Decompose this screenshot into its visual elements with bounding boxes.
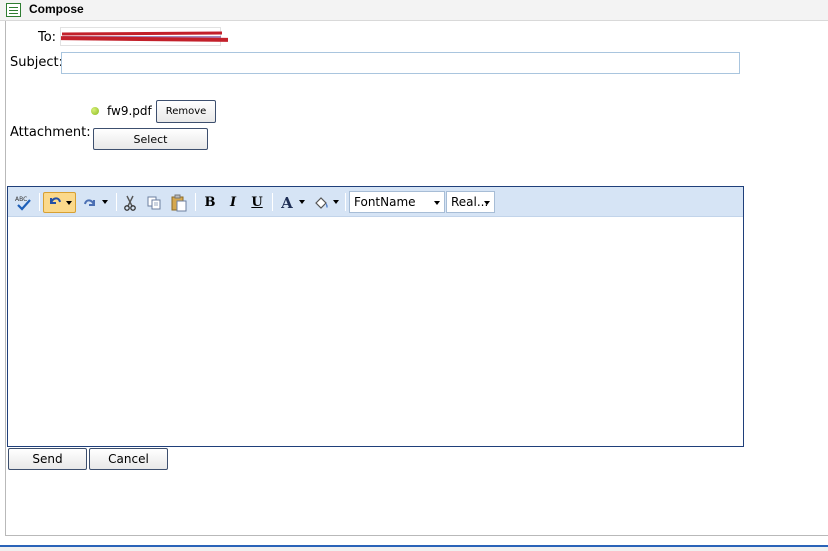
window-titlebar: Compose — [0, 0, 828, 21]
font-color-icon[interactable]: A — [278, 192, 296, 213]
toolbar-separator — [272, 193, 273, 211]
chevron-down-icon[interactable] — [102, 200, 108, 204]
italic-icon[interactable]: I — [224, 192, 242, 213]
page-bottom-edge — [0, 545, 828, 551]
to-field[interactable] — [60, 27, 229, 46]
chevron-down-icon — [434, 201, 440, 205]
copy-icon[interactable] — [145, 192, 163, 213]
font-name-value: FontName — [354, 195, 416, 209]
font-size-value: Real... — [451, 195, 489, 209]
redaction-mark — [60, 36, 229, 42]
toolbar-separator — [345, 193, 346, 211]
attachment-label: Attachment: — [10, 125, 91, 140]
undo-icon — [47, 193, 63, 213]
svg-text:ABC: ABC — [15, 196, 27, 203]
compose-window-icon — [6, 3, 21, 17]
chevron-down-icon[interactable] — [299, 200, 305, 204]
toolbar-separator — [116, 193, 117, 211]
redaction-mark — [61, 31, 223, 36]
window-title: Compose — [29, 2, 84, 16]
select-attachment-button[interactable]: Select — [93, 128, 208, 150]
frame-border-left — [5, 21, 6, 536]
editor-toolbar: ABC B I U A FontName Real... — [8, 187, 743, 217]
frame-border-bottom — [5, 535, 828, 536]
underline-icon[interactable]: U — [248, 192, 266, 213]
cancel-button[interactable]: Cancel — [89, 448, 168, 470]
remove-attachment-button[interactable]: Remove — [156, 100, 216, 123]
chevron-down-icon — [66, 200, 72, 205]
cut-icon[interactable] — [121, 192, 139, 213]
subject-label: Subject: — [10, 55, 63, 70]
subject-input[interactable] — [61, 52, 740, 74]
font-name-dropdown[interactable]: FontName — [349, 191, 445, 213]
undo-button[interactable] — [43, 192, 76, 213]
spellcheck-icon[interactable]: ABC — [13, 192, 35, 213]
message-body-area[interactable] — [8, 217, 743, 446]
paste-icon[interactable] — [169, 192, 189, 213]
redo-icon[interactable] — [80, 192, 100, 213]
rich-text-editor: ABC B I U A FontName Real... — [7, 186, 744, 447]
attachment-file-name: fw9.pdf — [107, 104, 152, 118]
font-size-dropdown[interactable]: Real... — [446, 191, 495, 213]
chevron-down-icon[interactable] — [333, 200, 339, 204]
to-label: To: — [38, 30, 57, 45]
send-button[interactable]: Send — [8, 448, 87, 470]
bold-icon[interactable]: B — [201, 192, 219, 213]
toolbar-separator — [195, 193, 196, 211]
chevron-down-icon — [484, 201, 490, 205]
highlight-color-icon[interactable] — [312, 192, 332, 213]
attachment-status-icon — [91, 107, 99, 115]
toolbar-separator — [39, 193, 40, 211]
